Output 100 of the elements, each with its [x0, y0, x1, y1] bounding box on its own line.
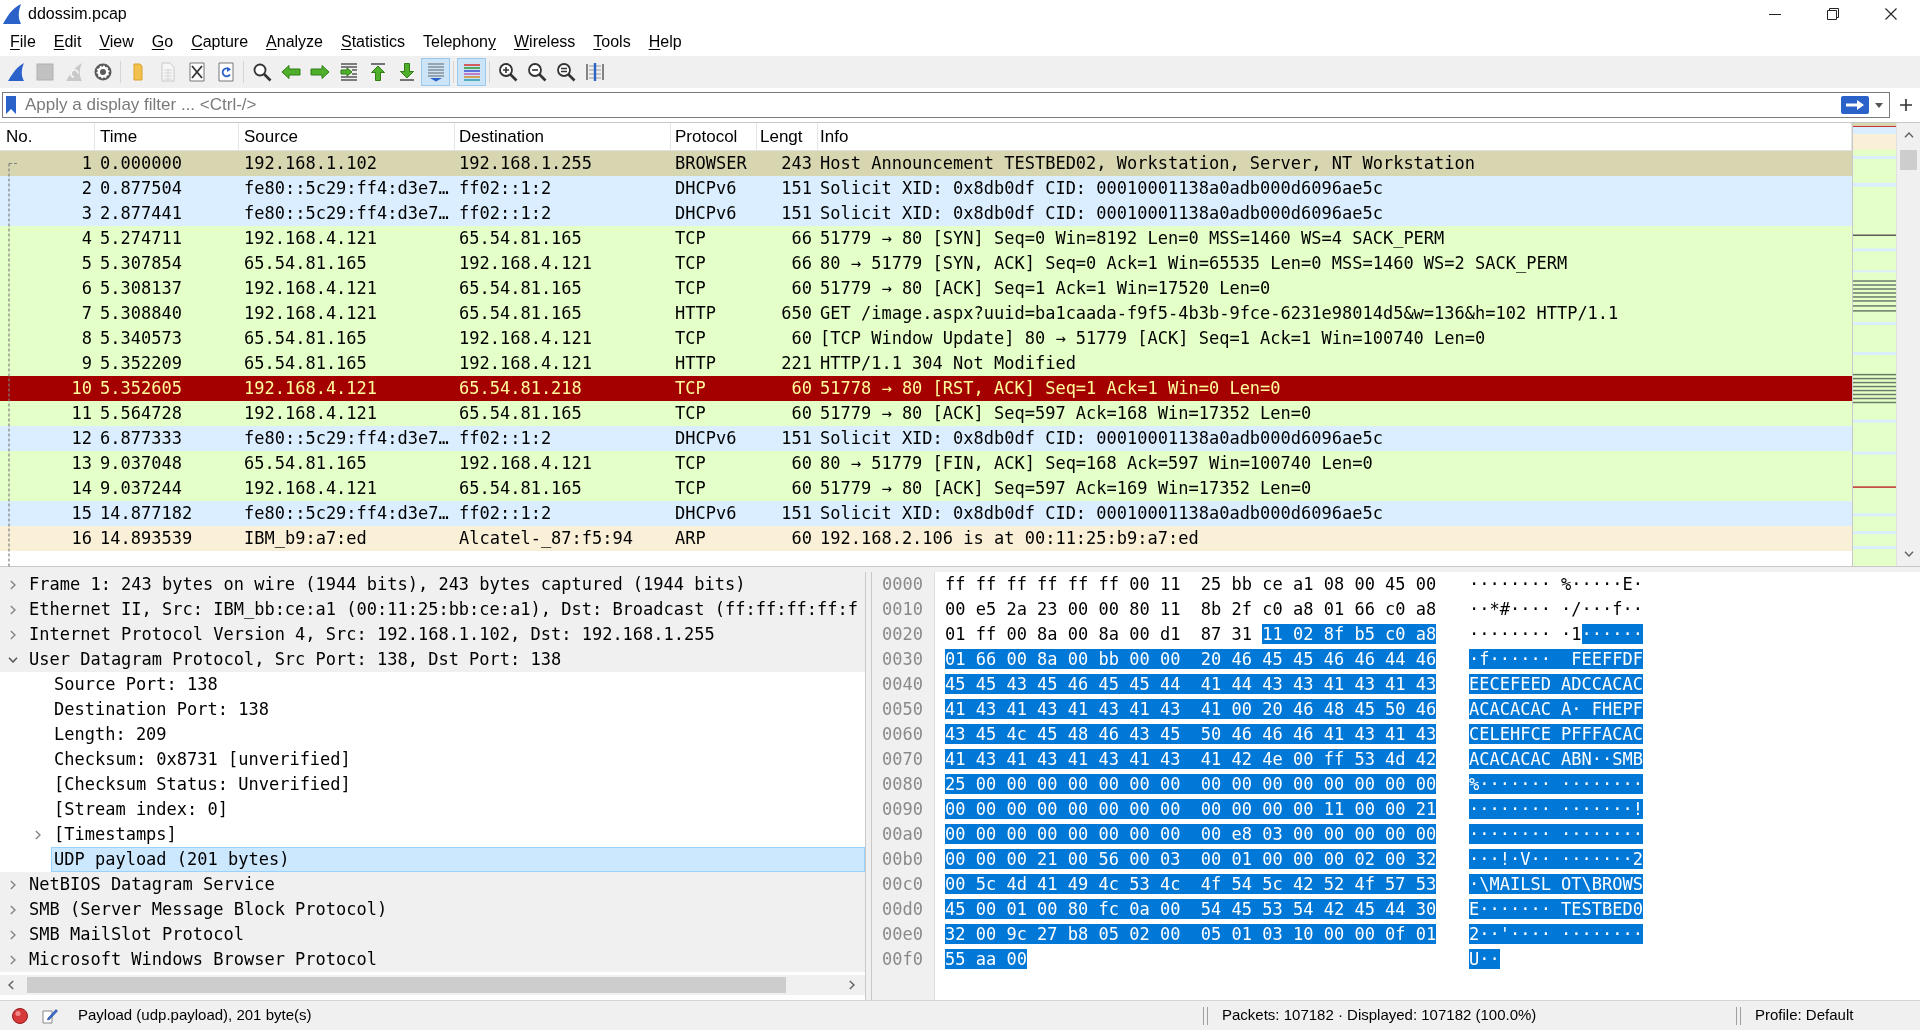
tree-item[interactable]: Checksum: 0x8731 [unverified]	[51, 747, 354, 772]
scrollbar[interactable]	[0, 975, 865, 995]
chevron-right-icon[interactable]	[10, 604, 16, 615]
chevron-right-icon[interactable]	[10, 579, 16, 590]
hex-bytes[interactable]: ff ff ff ff ff ff 00 11 25 bb ce a1 08 00 45 00	[945, 573, 1437, 594]
ascii-text[interactable]: ··*#···· ·/···f··	[1469, 598, 1643, 621]
scrollbar-thumb[interactable]	[1900, 150, 1917, 170]
hex-bytes[interactable]: 00 00 00 21 00 56 00 03 00 01 00 00 00 02 00 32	[945, 848, 1437, 869]
packet-row[interactable]: 2 0.877504 fe80::5c29:ff4:d3e7… ff02::1:2 DHCPv6 151 Solicit XID: 0x8db0df CID: 00010001138a0adb000d6096ae5c	[0, 176, 1852, 201]
column-header[interactable]: Time	[95, 123, 239, 150]
chevron-right-icon[interactable]	[35, 829, 41, 840]
ascii-text[interactable]: %······· ········	[1469, 773, 1643, 796]
hex-bytes[interactable]: 00 00 00 00 00 00 00 00 00 00 00 00 11 00 00 21	[945, 798, 1437, 819]
column-header[interactable]: Destination	[455, 123, 671, 150]
ascii-text[interactable]: ········ %·····E·	[1469, 573, 1643, 596]
hex-bytes[interactable]: 41 43 41 43 41 43 41 43 41 42 4e 00 ff 53 4d 42	[945, 748, 1437, 769]
column-header[interactable]: Protocol	[671, 123, 757, 150]
bookmark-icon[interactable]	[6, 96, 16, 114]
hex-bytes[interactable]: 45 00 01 00 80 fc 0a 00 54 45 53 54 42 45 44 30	[945, 898, 1437, 919]
menu-item[interactable]: Edit	[44, 29, 91, 55]
profile-text[interactable]: Profile: Default	[1755, 1004, 1854, 1027]
ascii-text[interactable]: E······· TESTBED0	[1469, 898, 1643, 921]
menu-item[interactable]: Analyze	[257, 29, 332, 55]
chevron-down-icon[interactable]	[8, 656, 18, 663]
hex-bytes[interactable]: 00 5c 4d 41 49 4c 53 4c 4f 54 5c 42 52 4f 57 53	[945, 873, 1437, 894]
menu-item[interactable]: Help	[639, 29, 691, 55]
chevron-right-icon[interactable]	[10, 954, 16, 965]
tree-item[interactable]: Length: 209	[51, 722, 170, 747]
ascii-text[interactable]: EECEFEED ADCCACAC	[1469, 673, 1643, 696]
packet-row[interactable]: 3 2.877441 fe80::5c29:ff4:d3e7… ff02::1:2 DHCPv6 151 Solicit XID: 0x8db0df CID: 00010001138a0adb000d6096ae5c	[0, 201, 1852, 226]
packet-row[interactable]: 14 9.037244 192.168.4.121 65.54.81.165 TCP 60 51779 → 80 [ACK] Seq=597 Ack=169 Win=17352 Len=0	[0, 476, 1852, 501]
tree-item[interactable]: Frame 1: 243 bytes on wire (1944 bits), 243 bytes captured (1944 bits)	[26, 572, 749, 597]
column-header[interactable]: Source	[239, 123, 455, 150]
column-header[interactable]: No.	[0, 123, 95, 150]
hex-bytes[interactable]: 41 43 41 43 41 43 41 43 41 00 20 46 48 45 50 46	[945, 698, 1437, 719]
ascii-text[interactable]: ········ ········	[1469, 823, 1643, 846]
hex-bytes[interactable]: 01 66 00 8a 00 bb 00 00 20 46 45 45 46 46 44 46	[945, 648, 1437, 669]
ascii-text[interactable]: U··	[1469, 948, 1500, 971]
menu-item[interactable]: Statistics	[332, 29, 414, 55]
ascii-text[interactable]: ···!·V·· ·······2	[1469, 848, 1643, 871]
chevron-right-icon[interactable]	[10, 904, 16, 915]
tree-item[interactable]: UDP payload (201 bytes)	[51, 847, 865, 872]
menu-item[interactable]: Go	[142, 29, 183, 55]
packet-row[interactable]: 4 5.274711 192.168.4.121 65.54.81.165 TCP 66 51779 → 80 [SYN] Seq=0 Win=8192 Len=0 MSS=1460 WS=4 SACK_PERM	[0, 226, 1852, 251]
ascii-text[interactable]: 2··'···· ········	[1469, 923, 1643, 946]
packet-row[interactable]: 13 9.037048 65.54.81.165 192.168.4.121 TCP 60 80 → 51779 [FIN, ACK] Seq=168 Ack=597 Win=100740 Len=0	[0, 451, 1852, 476]
scrollbar-thumb[interactable]	[27, 977, 786, 993]
menu-item[interactable]: Tools	[584, 29, 640, 55]
hex-bytes[interactable]: 01 ff 00 8a 00 8a 00 d1 87 31 11 02 8f b5 c0 a8	[945, 623, 1437, 644]
packet-row[interactable]: 1 0.000000 192.168.1.102 192.168.1.255 BROWSER 243 Host Announcement TESTBED02, Workstation, Server, NT Workstation	[0, 151, 1852, 176]
packet-row[interactable]: 10 5.352605 192.168.4.121 65.54.81.218 TCP 60 51778 → 80 [RST, ACK] Seq=1 Ack=1 Win=0 Len=0	[0, 376, 1852, 401]
menu-item[interactable]: Telephony	[414, 29, 505, 55]
menu-item[interactable]: File	[1, 29, 45, 55]
tree-item[interactable]: NetBIOS Datagram Service	[26, 872, 278, 897]
tree-item[interactable]: SMB (Server Message Block Protocol)	[26, 897, 391, 922]
display-filter-field[interactable]: Apply a display filter ... <Ctrl-/>	[2, 92, 1890, 118]
packet-row[interactable]: 9 5.352209 65.54.81.165 192.168.4.121 HTTP 221 HTTP/1.1 304 Not Modified	[0, 351, 1852, 376]
column-header[interactable]: Info	[818, 123, 1852, 150]
ascii-text[interactable]: ········ ·1······	[1469, 623, 1643, 646]
tree-item[interactable]: [Timestamps]	[51, 822, 180, 847]
tree-item[interactable]: Destination Port: 138	[51, 697, 272, 722]
status-dot-icon[interactable]	[12, 1007, 28, 1024]
tree-item[interactable]: [Checksum Status: Unverified]	[51, 772, 354, 797]
packet-row[interactable]: 16 14.893539 IBM_b9:a7:ed Alcatel-_87:f5:94 ARP 60 192.168.2.106 is at 00:11:25:b9:a7:ed	[0, 526, 1852, 551]
packet-row[interactable]: 15 14.877182 fe80::5c29:ff4:d3e7… ff02::1:2 DHCPv6 151 Solicit XID: 0x8db0df CID: 00010001138a0adb000d6096ae5c	[0, 501, 1852, 526]
tree-item[interactable]: Internet Protocol Version 4, Src: 192.168.1.102, Dst: 192.168.1.255	[26, 622, 718, 647]
hex-bytes[interactable]: 00 00 00 00 00 00 00 00 00 e8 03 00 00 00 00 00	[945, 823, 1437, 844]
hex-bytes[interactable]: 32 00 9c 27 b8 05 02 00 05 01 03 10 00 00 0f 01	[945, 923, 1437, 944]
menu-item[interactable]: Capture	[182, 29, 258, 55]
hex-bytes[interactable]: 55 aa 00	[945, 948, 1027, 969]
packet-row[interactable]: 8 5.340573 65.54.81.165 192.168.4.121 TCP 60 [TCP Window Update] 80 → 51779 [ACK] Seq=1 Ack=1 Win=100740 Len=0	[0, 326, 1852, 351]
packet-row[interactable]: 7 5.308840 192.168.4.121 65.54.81.165 HTTP 650 GET /image.aspx?uuid=ba1caada-f9f5-4b3b-9fce-6231e98014d5&w=136&h=102 HTTP/1.1	[0, 301, 1852, 326]
menu-item[interactable]: View	[90, 29, 143, 55]
scrollbar[interactable]	[1896, 123, 1920, 566]
hex-bytes[interactable]: 45 45 43 45 46 45 45 44 41 44 43 43 41 43 41 43	[945, 673, 1437, 694]
chevron-right-icon[interactable]	[10, 879, 16, 890]
packet-row[interactable]: 5 5.307854 65.54.81.165 192.168.4.121 TCP 66 80 → 51779 [SYN, ACK] Seq=0 Ack=1 Win=65535 Len=0 MSS=1460 WS=2 SACK_PERM	[0, 251, 1852, 276]
hex-bytes[interactable]: 25 00 00 00 00 00 00 00 00 00 00 00 00 00 00 00	[945, 773, 1437, 794]
scroll-down-icon[interactable]	[1903, 551, 1914, 557]
scroll-up-icon[interactable]	[1903, 132, 1914, 138]
pencil-note-icon[interactable]	[42, 1007, 58, 1024]
packet-row[interactable]: 11 5.564728 192.168.4.121 65.54.81.165 TCP 60 51779 → 80 [ACK] Seq=597 Ack=168 Win=17352 Len=0	[0, 401, 1852, 426]
column-header[interactable]: Lengt	[757, 123, 818, 150]
scroll-right-icon[interactable]	[849, 980, 855, 990]
scroll-left-icon[interactable]	[8, 980, 14, 990]
tree-item[interactable]: User Datagram Protocol, Src Port: 138, Dst Port: 138	[26, 647, 565, 672]
menu-item[interactable]: Wireless	[504, 29, 585, 55]
ascii-text[interactable]: ········ ·······!	[1469, 798, 1643, 821]
ascii-text[interactable]: CELEHFCE PFFFACAC	[1469, 723, 1643, 746]
ascii-text[interactable]: ACACACAC A· FHEPF	[1469, 698, 1643, 721]
tree-item[interactable]: Ethernet II, Src: IBM_bb:ce:a1 (00:11:25:bb:ce:a1), Dst: Broadcast (ff:ff:ff:ff:f	[26, 597, 862, 622]
ascii-text[interactable]: ACACACAC ABN··SMB	[1469, 748, 1643, 771]
tree-item[interactable]: [Stream index: 0]	[51, 797, 231, 822]
packet-row[interactable]: 12 6.877333 fe80::5c29:ff4:d3e7… ff02::1:2 DHCPv6 151 Solicit XID: 0x8db0df CID: 00010001138a0adb000d6096ae5c	[0, 426, 1852, 451]
apply-filter-button[interactable]	[1840, 94, 1870, 116]
packet-row[interactable]: 6 5.308137 192.168.4.121 65.54.81.165 TCP 60 51779 → 80 [ACK] Seq=1 Ack=1 Win=17520 Len=0	[0, 276, 1852, 301]
hex-bytes[interactable]: 00 e5 2a 23 00 00 80 11 8b 2f c0 a8 01 66 c0 a8	[945, 598, 1437, 619]
tree-item[interactable]: SMB MailSlot Protocol	[26, 922, 247, 947]
tree-item[interactable]: Source Port: 138	[51, 672, 221, 697]
chevron-right-icon[interactable]	[10, 629, 16, 640]
